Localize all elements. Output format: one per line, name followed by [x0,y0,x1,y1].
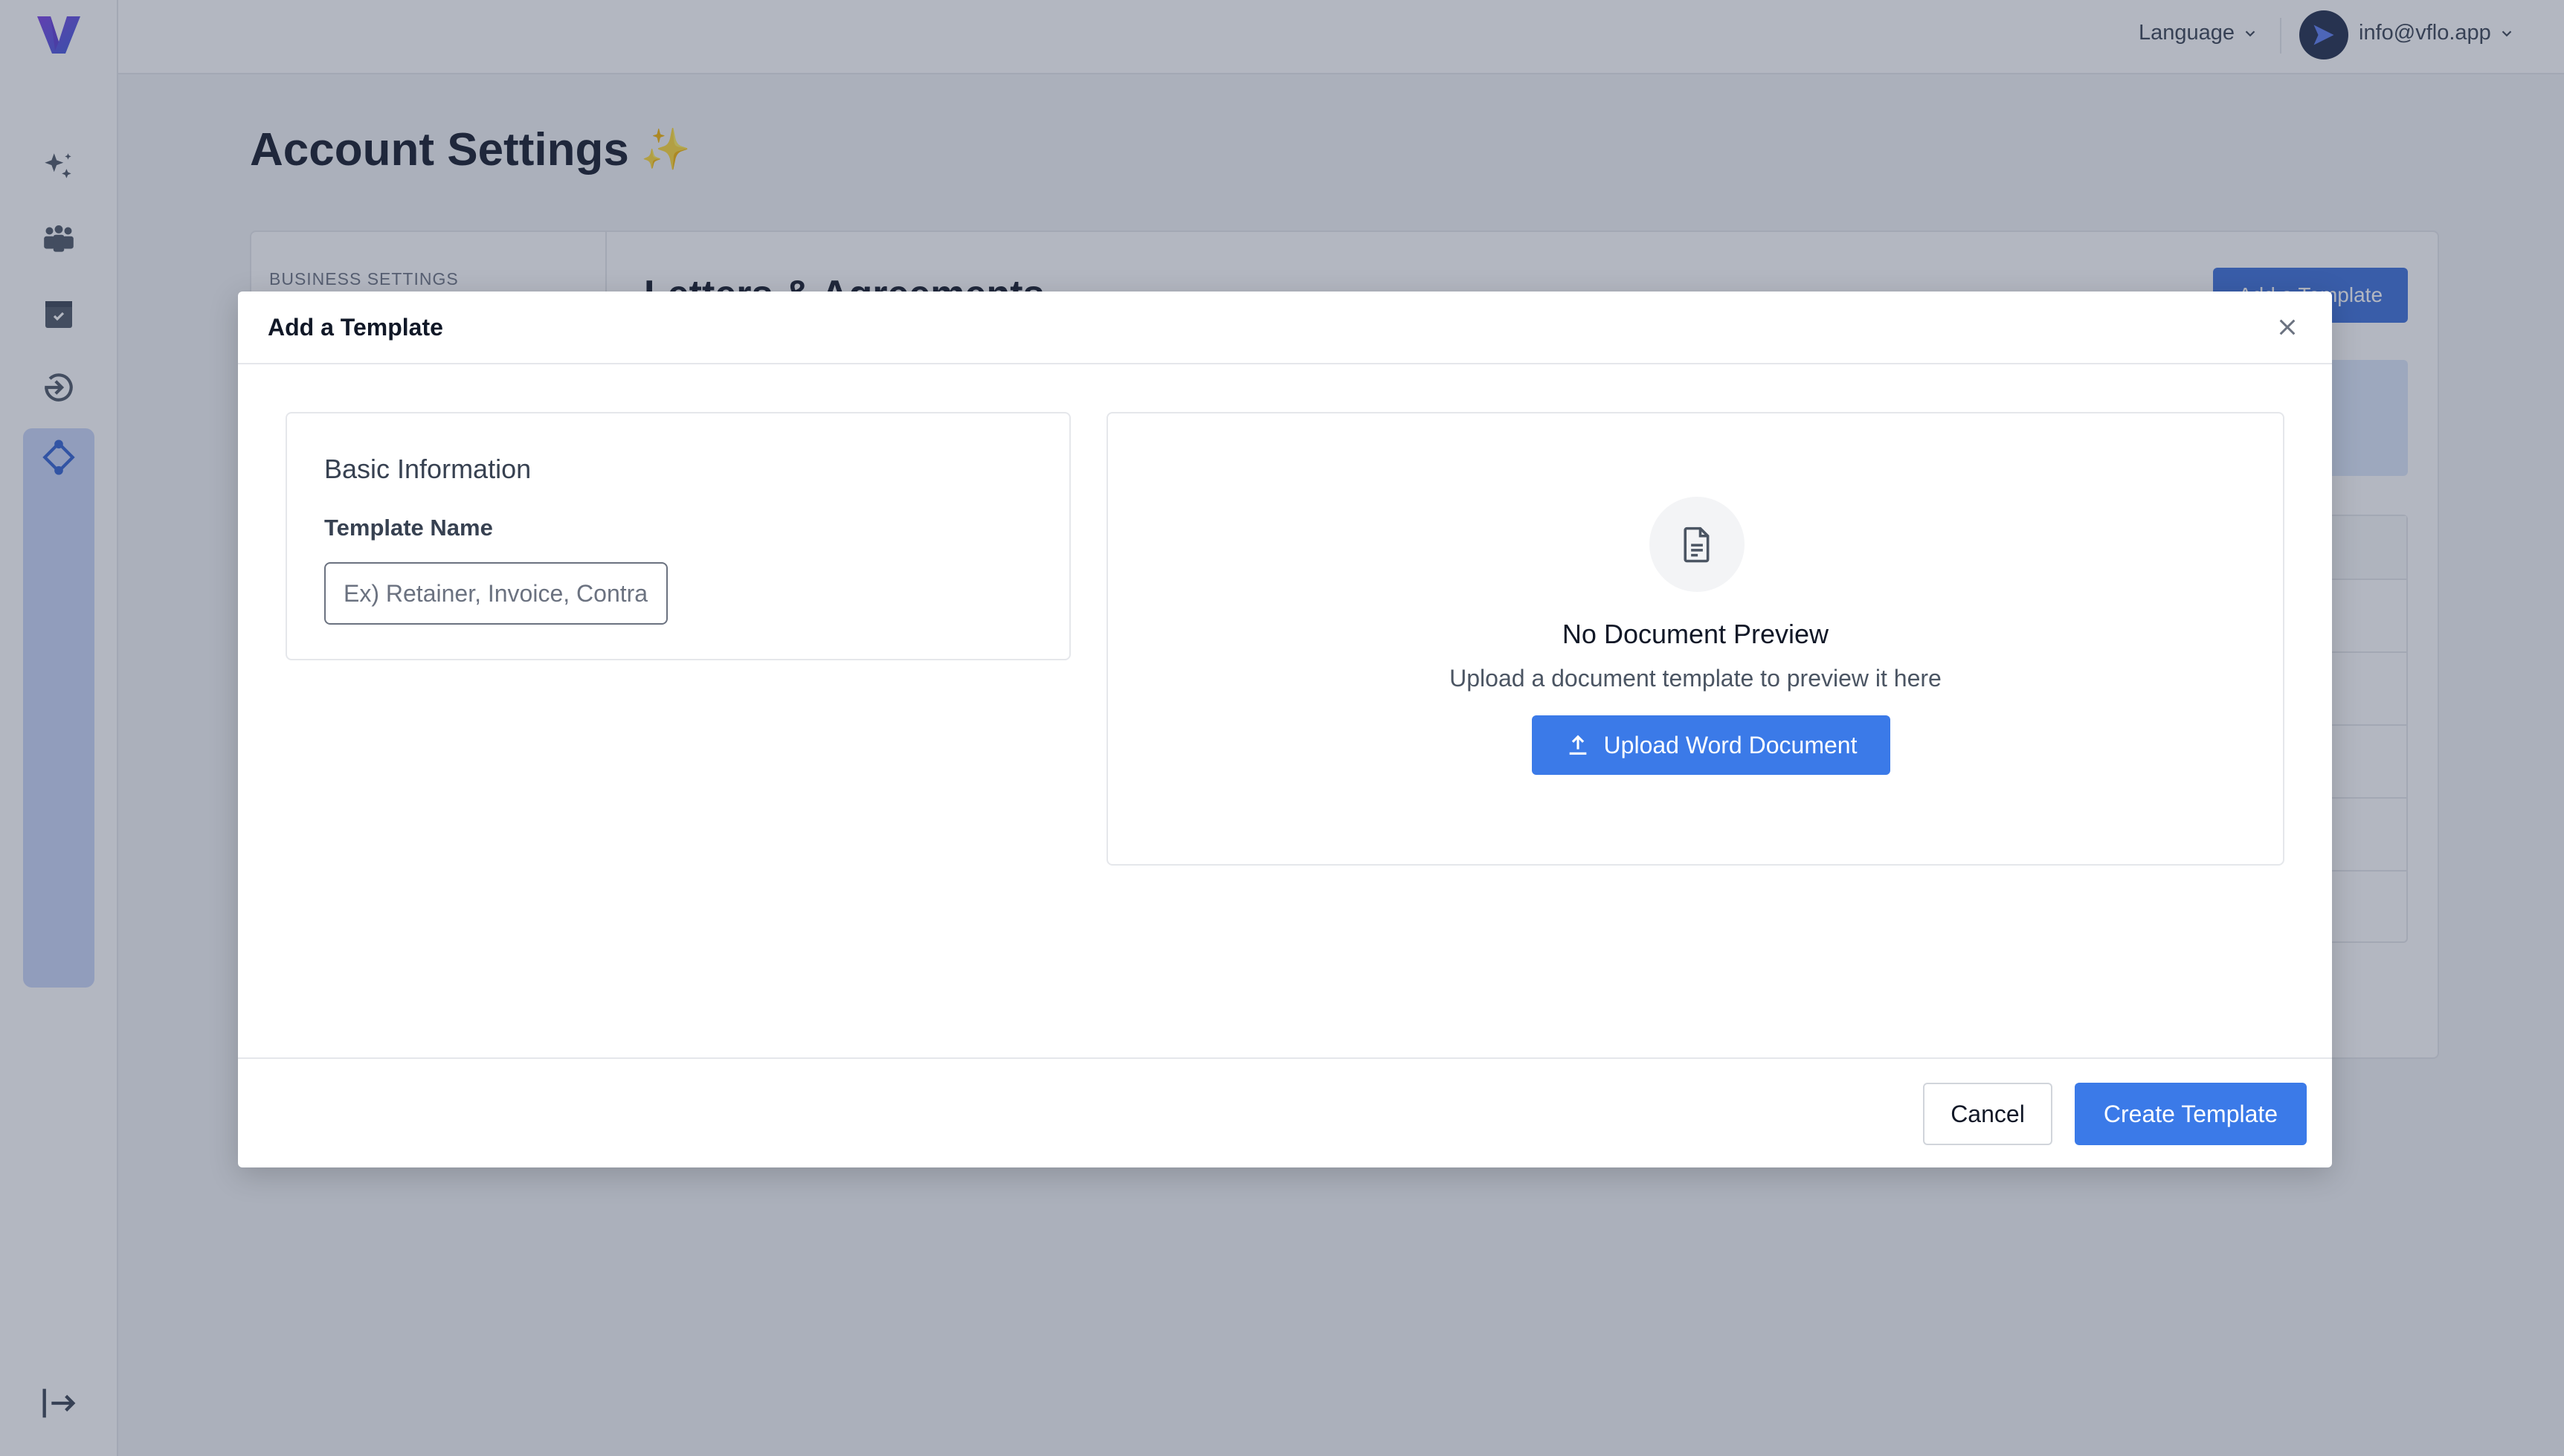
template-name-label: Template Name [324,515,493,541]
document-icon [1684,526,1710,563]
close-icon [2279,319,2296,335]
add-template-modal: Add a Template Basic Information Templat… [238,291,2332,1167]
document-preview-panel: No Document Preview Upload a document te… [1107,412,2284,866]
no-preview-subtitle: Upload a document template to preview it… [1449,665,1942,692]
no-preview-title: No Document Preview [1562,619,1829,649]
modal-footer: Cancel Create Template [238,1057,2332,1167]
template-name-input[interactable] [324,562,668,625]
modal-header: Add a Template [238,291,2332,364]
cancel-button[interactable]: Cancel [1923,1083,2052,1145]
create-template-button[interactable]: Create Template [2075,1083,2307,1145]
upload-button-label: Upload Word Document [1603,731,1858,758]
document-icon-badge [1649,497,1745,592]
upload-word-document-button[interactable]: Upload Word Document [1532,715,1890,775]
upload-icon [1569,735,1586,755]
section-title: Basic Information [324,454,532,484]
basic-information-panel: Basic Information Template Name [286,412,1071,660]
modal-title: Add a Template [268,314,443,341]
close-button[interactable] [2271,311,2304,344]
